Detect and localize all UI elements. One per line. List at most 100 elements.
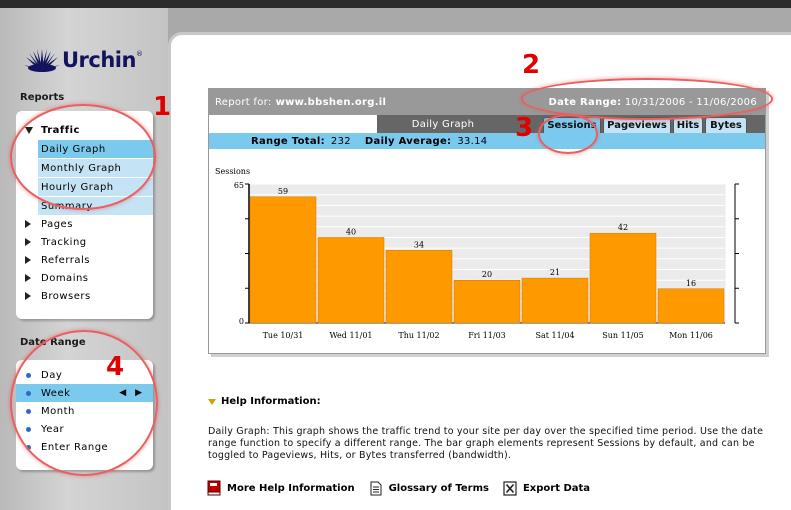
triangle-right-icon (25, 238, 31, 246)
annotation-number-4: 4 (106, 352, 125, 382)
triangle-down-icon (25, 126, 33, 134)
chart-area: Sessions 65 0 59 Tue 10/31 40 Wed 11/01 34 Thu 1… (209, 149, 765, 353)
date-range-title: Date Range (20, 337, 86, 348)
date-range-month[interactable]: Month (16, 402, 153, 420)
nav-domains[interactable]: Domains (16, 269, 153, 287)
footer-links: More Help Information Glossary of Terms … (207, 480, 604, 496)
bullet-icon (26, 372, 31, 378)
x-tick-label: Sun 11/05 (602, 331, 643, 340)
reports-title: Reports (20, 92, 65, 103)
bar (317, 237, 385, 324)
export-link[interactable]: Export Data (503, 480, 590, 496)
y-tick-label: 65 (234, 181, 244, 190)
bar-value-label: 21 (550, 268, 560, 277)
help-heading[interactable]: Help Information: (208, 396, 321, 407)
nav-traffic-label: Traffic (41, 124, 80, 136)
x-tick-label: Mon 11/06 (669, 331, 713, 340)
bar-value-label: 40 (346, 227, 356, 236)
report-for-label: Report for: (215, 96, 272, 108)
nav-pages[interactable]: Pages (16, 215, 153, 233)
urchin-logo[interactable]: Urchin ® (24, 48, 143, 72)
date-range-enter[interactable]: Enter Range (16, 438, 153, 456)
x-tick-label: Fri 11/03 (468, 331, 506, 340)
date-range-week-label: Week (41, 387, 71, 399)
book-icon (207, 480, 221, 496)
triangle-right-icon (25, 292, 31, 300)
report-header: Report for: www.bbshen.org.il Date Range… (209, 89, 765, 115)
nav-summary[interactable]: Summary (38, 196, 153, 215)
glossary-label: Glossary of Terms (388, 482, 489, 494)
tab-hits[interactable]: Hits (673, 117, 703, 133)
x-tick-label: Thu 11/02 (398, 331, 439, 340)
y-axis-label: Sessions (215, 167, 250, 176)
daily-average-value: 33.14 (457, 135, 488, 147)
bar-value-label: 59 (278, 187, 288, 196)
bullet-icon (26, 390, 31, 396)
nav-monthly-graph[interactable]: Monthly Graph (38, 158, 153, 177)
help-title: Help Information: (221, 396, 321, 407)
document-icon (369, 480, 383, 496)
annotation-number-2: 2 (522, 50, 541, 80)
date-range-label: Date Range: (548, 96, 622, 108)
range-total-label: Range Total: (251, 135, 325, 147)
nav-traffic[interactable]: Traffic (16, 121, 153, 139)
tab-pageviews[interactable]: Pageviews (603, 117, 671, 133)
export-x-icon (503, 480, 517, 496)
tab-bytes[interactable]: Bytes (705, 117, 747, 133)
date-range-week[interactable]: Week ◀ ▶ (16, 384, 153, 402)
date-range-panel: Day Week ◀ ▶ Month Year Enter Range (16, 360, 153, 470)
sidebar: Urchin ® Reports Traffic Daily Graph Mon… (0, 8, 168, 510)
tab-sessions[interactable]: Sessions (543, 117, 601, 133)
report-site: www.bbshen.org.il (275, 96, 387, 108)
nav-daily-graph[interactable]: Daily Graph (38, 139, 153, 158)
graph-title: Daily Graph (377, 115, 509, 133)
triangle-down-icon (208, 398, 216, 405)
x-tick-label: Tue 10/31 (263, 331, 304, 340)
nav-tracking-label: Tracking (41, 236, 87, 248)
date-range-year[interactable]: Year (16, 420, 153, 438)
nav-browsers[interactable]: Browsers (16, 287, 153, 305)
bar-value-label: 34 (414, 240, 424, 249)
bar (249, 196, 317, 324)
nav-domains-label: Domains (41, 272, 89, 284)
report-box: Report for: www.bbshen.org.il Date Range… (208, 88, 766, 354)
glossary-link[interactable]: Glossary of Terms (369, 480, 489, 496)
annotation-number-1: 1 (153, 92, 172, 122)
logo-text: Urchin (62, 48, 136, 72)
x-tick-label: Wed 11/01 (329, 331, 372, 340)
sessions-bar-chart: Sessions 65 0 59 Tue 10/31 40 Wed 11/01 34 Thu 1… (215, 167, 739, 340)
nav-browsers-label: Browsers (41, 290, 91, 302)
x-tick-label: Sat 11/04 (535, 331, 574, 340)
annotation-number-3: 3 (515, 113, 534, 143)
date-range-day-label: Day (41, 369, 63, 381)
nav-tracking[interactable]: Tracking (16, 233, 153, 251)
bar-value-label: 20 (482, 270, 492, 279)
date-range-display: Date Range: 10/31/2006 - 11/06/2006 (548, 97, 757, 108)
top-bar (0, 0, 791, 8)
triangle-right-icon (25, 256, 31, 264)
bullet-icon (26, 426, 31, 432)
bullet-icon (26, 408, 31, 414)
bar (453, 279, 521, 324)
tab-bar: Daily Graph Sessions Pageviews Hits Byte… (209, 115, 765, 133)
date-range-day[interactable]: Day (16, 366, 153, 384)
prev-next-arrows-icon[interactable]: ◀ ▶ (119, 388, 145, 398)
bullet-icon (26, 444, 31, 450)
nav-hourly-graph[interactable]: Hourly Graph (38, 177, 153, 196)
date-range-enter-label: Enter Range (41, 441, 109, 453)
bar (657, 288, 725, 324)
bar (521, 277, 589, 324)
totals-bar: Range Total: 232 Daily Average: 33.14 (209, 133, 765, 149)
more-help-label: More Help Information (227, 482, 355, 494)
bar (589, 232, 657, 324)
logo-trademark: ® (135, 50, 143, 58)
more-help-link[interactable]: More Help Information (207, 480, 355, 496)
nav-referrals[interactable]: Referrals (16, 251, 153, 269)
bar (385, 250, 453, 324)
date-range-month-label: Month (41, 405, 75, 417)
nav-referrals-label: Referrals (41, 254, 90, 266)
daily-average-label: Daily Average: (364, 135, 452, 147)
y-tick-label: 0 (239, 317, 244, 326)
date-range-year-label: Year (41, 423, 65, 435)
export-label: Export Data (522, 482, 591, 494)
